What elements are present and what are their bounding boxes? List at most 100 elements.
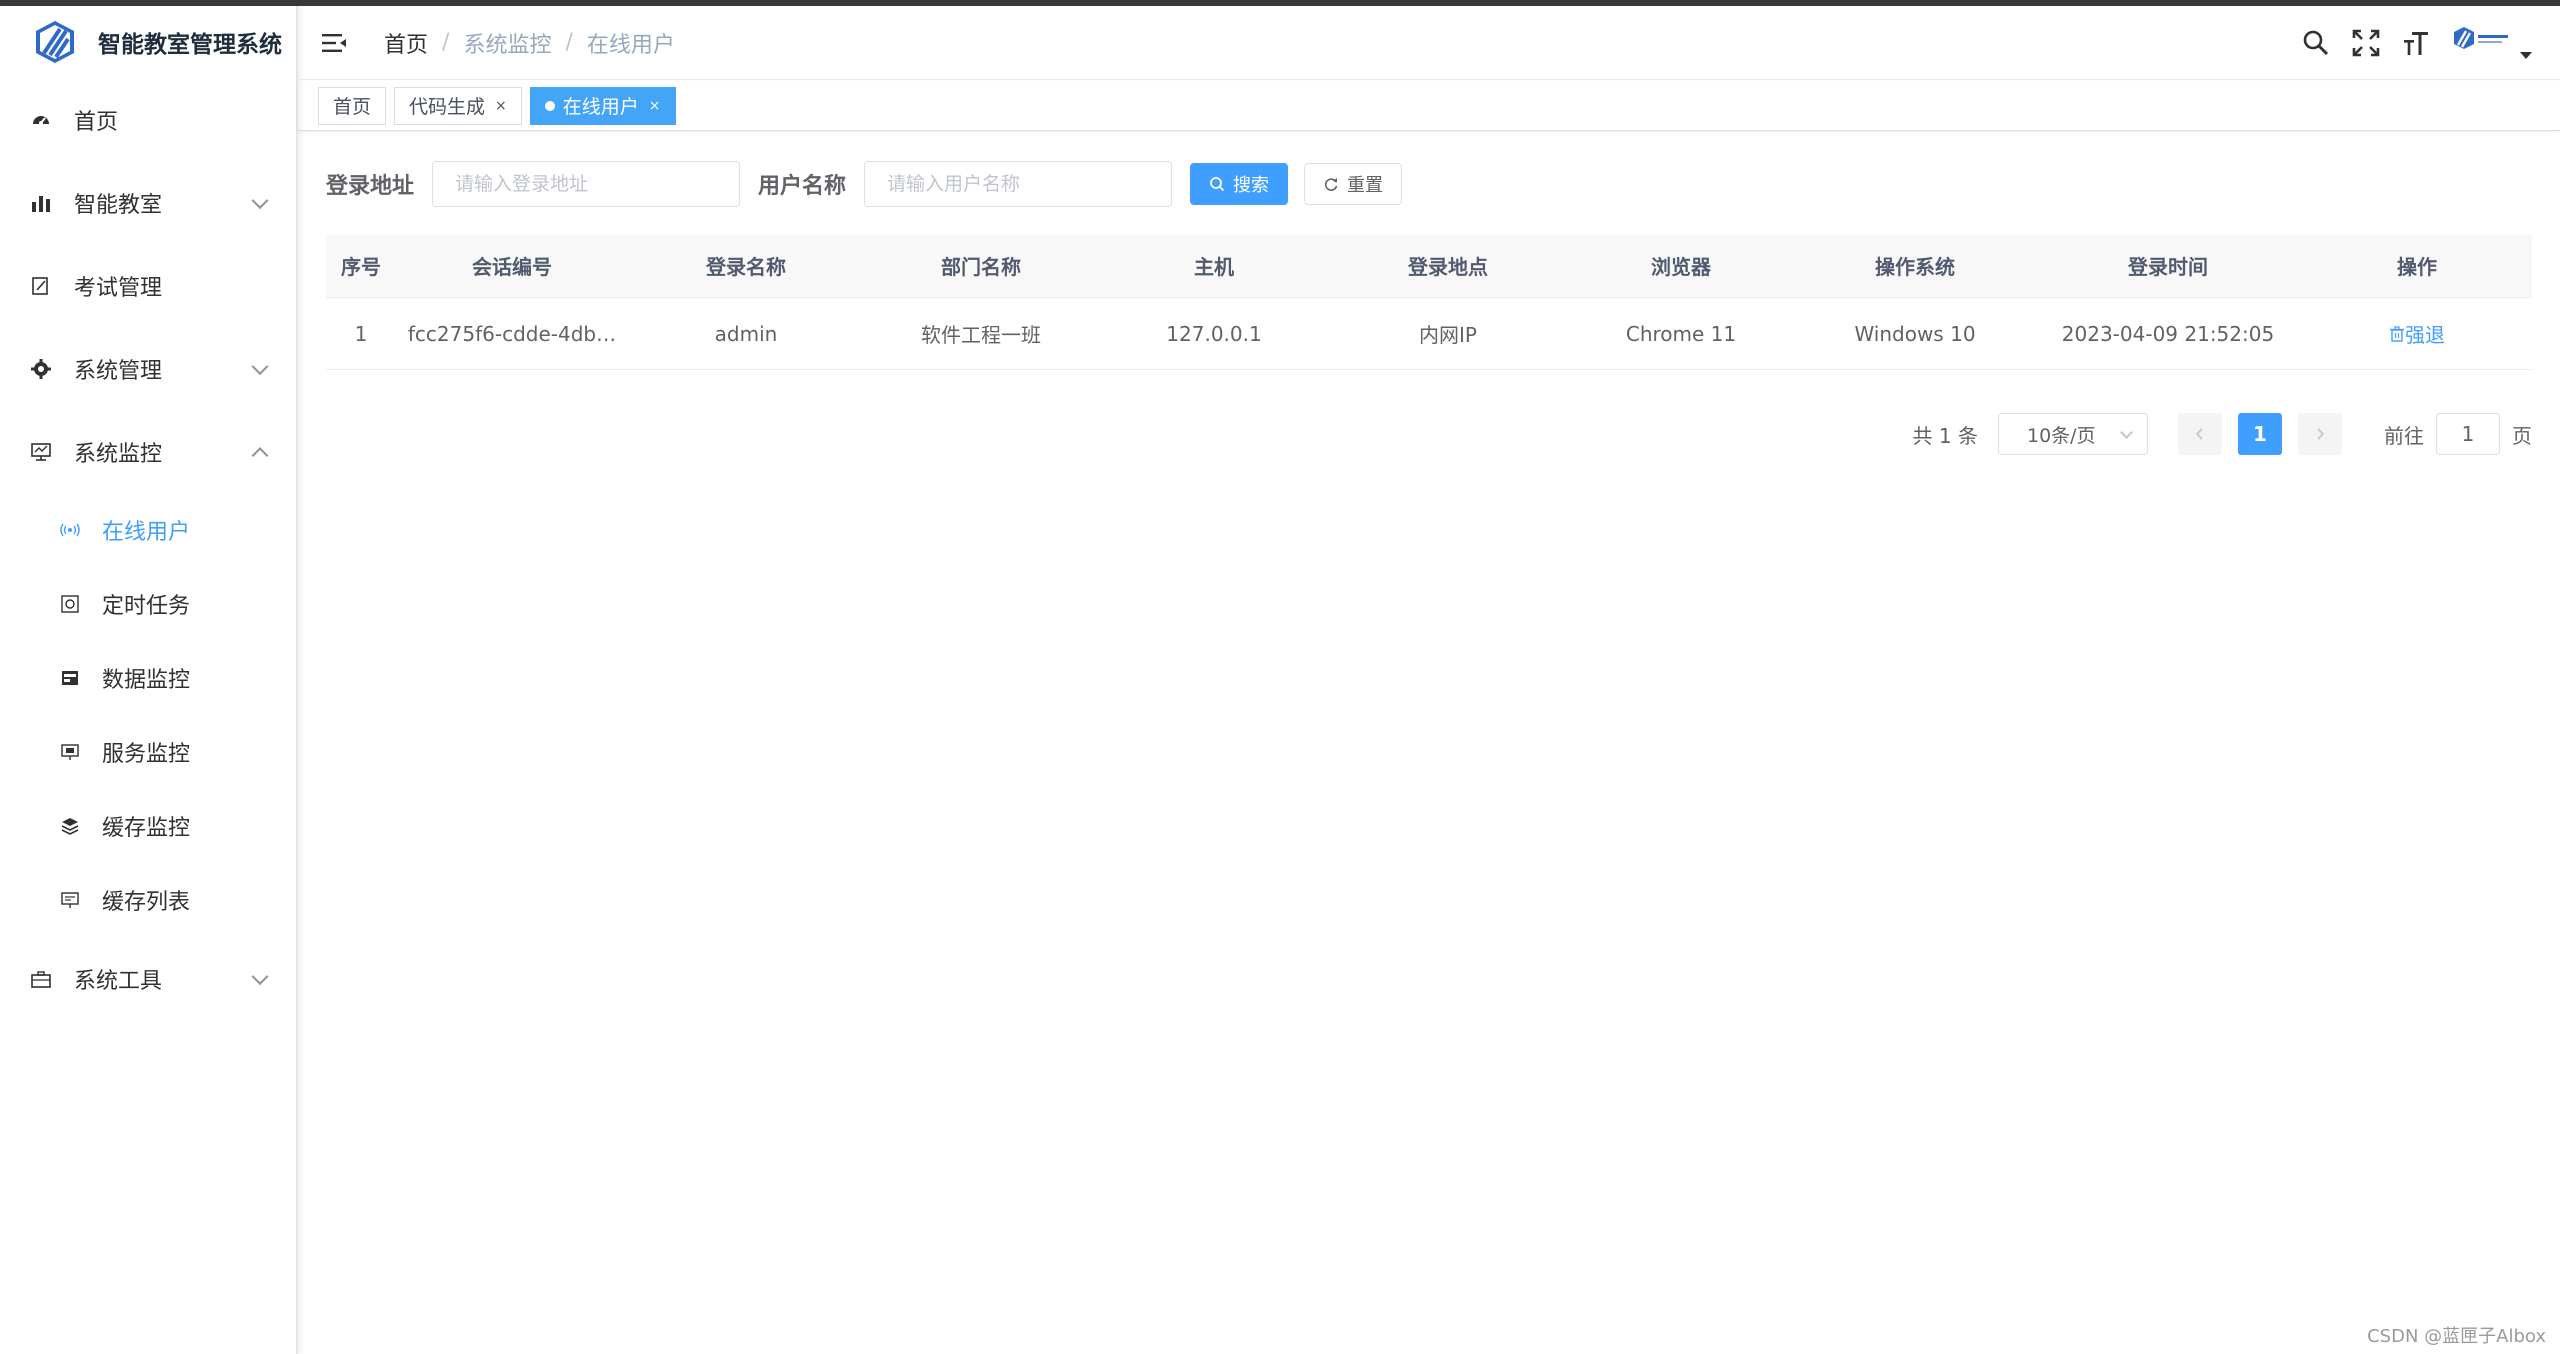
- font-size-icon[interactable]: [2400, 27, 2432, 59]
- sidebar-subitem-label: 服务监控: [102, 742, 191, 767]
- column-header: 登录时间: [2128, 255, 2208, 279]
- search-form: 登录地址 用户名称 搜索 重置: [326, 160, 1418, 208]
- app-title: 智能教室管理系统: [98, 32, 282, 58]
- breadcrumb-home[interactable]: 首页: [384, 27, 428, 59]
- reset-button-label: 重置: [1347, 175, 1384, 195]
- username-input[interactable]: [864, 161, 1173, 207]
- sidebar-item-label: 系统监控: [74, 441, 163, 467]
- sidebar-subitem-label: 缓存监控: [102, 816, 191, 841]
- sidebar-item-tools[interactable]: 系统工具: [0, 937, 296, 1020]
- sidebar-item-monitor[interactable]: 系统监控: [0, 410, 296, 493]
- sidebar-menu: 首页 智能教室 考试管理 系统管理 系统监控 在线用户 定时任务 数据监控 服务…: [0, 78, 296, 1020]
- pagination: 共 1 条 10条/页 1 前往 页: [1913, 412, 2532, 456]
- gear-icon: [30, 358, 52, 380]
- sidebar-item-smart-classroom[interactable]: 智能教室: [0, 161, 296, 244]
- sidebar-subitem-cache-monitor[interactable]: 缓存监控: [0, 789, 296, 863]
- caret-down-icon[interactable]: [2520, 51, 2532, 59]
- search-button-label: 搜索: [1233, 175, 1270, 195]
- search-icon: [1209, 176, 1225, 192]
- chevron-up-icon: [251, 446, 269, 464]
- toolbox-icon: [30, 968, 52, 990]
- edit-icon: [30, 275, 52, 297]
- cell-dept: 软件工程一班: [921, 323, 1041, 347]
- tag-label: 首页: [333, 96, 372, 118]
- reset-button[interactable]: 重置: [1304, 163, 1403, 205]
- header-tools: [2282, 6, 2532, 80]
- tag-label: 代码生成: [409, 96, 486, 118]
- column-header: 登录地点: [1408, 255, 1488, 279]
- online-users-table: 序号 会话编号 登录名称 部门名称 主机 登录地点 浏览器 操作系统 登录时间 …: [326, 234, 2532, 370]
- sidebar-item-label: 智能教室: [74, 192, 163, 218]
- logo[interactable]: 智能教室管理系统: [0, 6, 296, 78]
- breadcrumb-separator: /: [442, 30, 450, 55]
- sidebar-item-label: 系统工具: [74, 968, 163, 994]
- job-icon: [60, 594, 80, 614]
- pagination-total: 共 1 条: [1912, 423, 1978, 448]
- sidebar-item-exam[interactable]: 考试管理: [0, 244, 296, 327]
- search-button[interactable]: 搜索: [1190, 163, 1289, 205]
- delete-icon: [2390, 325, 2404, 342]
- tag-code-gen[interactable]: 代码生成 ×: [394, 86, 522, 125]
- table-header: 序号 会话编号 登录名称 部门名称 主机 登录地点 浏览器 操作系统 登录时间 …: [326, 234, 2532, 298]
- logo-icon: [36, 21, 74, 63]
- navbar: 首页 / 系统监控 / 在线用户: [298, 6, 2560, 80]
- column-header: 会话编号: [472, 255, 552, 279]
- column-header: 序号: [341, 255, 381, 279]
- search-icon[interactable]: [2300, 27, 2332, 59]
- tag-home[interactable]: 首页: [318, 86, 387, 125]
- sidebar-subitem-label: 在线用户: [102, 520, 191, 545]
- tag-label: 在线用户: [562, 96, 639, 118]
- cell-token-id: fcc275f6-cdde-4db…: [407, 321, 617, 346]
- ipaddr-input[interactable]: [432, 161, 741, 207]
- cell-username: admin: [714, 321, 778, 346]
- sidebar-subitem-data-monitor[interactable]: 数据监控: [0, 641, 296, 715]
- close-icon[interactable]: ×: [649, 98, 661, 114]
- chevron-down-icon: [251, 357, 269, 375]
- column-header: 登录名称: [706, 255, 786, 279]
- sidebar-item-label: 首页: [74, 109, 119, 135]
- sidebar-item-system[interactable]: 系统管理: [0, 327, 296, 410]
- cell-index: 1: [354, 321, 368, 346]
- active-dot-icon: [544, 100, 555, 111]
- sidebar-item-home[interactable]: 首页: [0, 78, 296, 161]
- sidebar-subitem-label: 定时任务: [102, 594, 191, 619]
- fullscreen-icon[interactable]: [2350, 27, 2382, 59]
- druid-icon: [60, 668, 80, 688]
- breadcrumb: 首页 / 系统监控 / 在线用户: [384, 27, 675, 59]
- sidebar-subitem-label: 数据监控: [102, 668, 191, 693]
- sidebar-subitem-jobs[interactable]: 定时任务: [0, 567, 296, 641]
- column-header: 部门名称: [941, 255, 1021, 279]
- sidebar-subitem-online-users[interactable]: 在线用户: [0, 493, 296, 567]
- sidebar-item-label: 系统管理: [74, 358, 163, 384]
- tags-view: 首页 代码生成 × 在线用户 ×: [298, 81, 2560, 131]
- sidebar-subitem-cache-list[interactable]: 缓存列表: [0, 863, 296, 937]
- avatar[interactable]: [2452, 23, 2512, 63]
- redis-icon: [60, 816, 80, 836]
- goto-page-input[interactable]: [2436, 413, 2500, 455]
- dashboard-icon: [30, 109, 52, 131]
- close-icon[interactable]: ×: [495, 98, 507, 114]
- monitor-icon: [30, 441, 52, 463]
- tag-online-users[interactable]: 在线用户 ×: [529, 86, 676, 125]
- chevron-down-icon: [251, 191, 269, 209]
- sidebar-subitem-server-monitor[interactable]: 服务监控: [0, 715, 296, 789]
- chart-icon: [30, 192, 52, 214]
- column-header: 操作系统: [1875, 255, 1955, 279]
- prev-page-button[interactable]: [2178, 413, 2222, 455]
- cell-login-time: 2023-04-09 21:52:05: [2061, 321, 2275, 346]
- column-header: 操作: [2397, 255, 2437, 279]
- cell-browser: Chrome 11: [1625, 321, 1737, 346]
- cell-location: 内网IP: [1419, 323, 1477, 347]
- page-number-current[interactable]: 1: [2238, 413, 2282, 455]
- force-logout-button[interactable]: 强退: [2389, 319, 2445, 348]
- cell-actions: 强退: [2302, 319, 2532, 348]
- app-main: 登录地址 用户名称 搜索 重置 序号 会话编号 登录名称 部门名称 主机 登录地…: [298, 132, 2560, 1354]
- page-size-select[interactable]: 10条/页: [1998, 413, 2148, 455]
- hamburger-icon[interactable]: [320, 29, 348, 57]
- next-page-button[interactable]: [2298, 413, 2342, 455]
- page-size-value: 10条/页: [2027, 424, 2096, 447]
- column-header: 浏览器: [1651, 255, 1711, 279]
- chevron-down-icon: [2120, 426, 2133, 439]
- breadcrumb-monitor: 系统监控: [463, 32, 552, 58]
- chevron-left-icon: [2195, 428, 2203, 440]
